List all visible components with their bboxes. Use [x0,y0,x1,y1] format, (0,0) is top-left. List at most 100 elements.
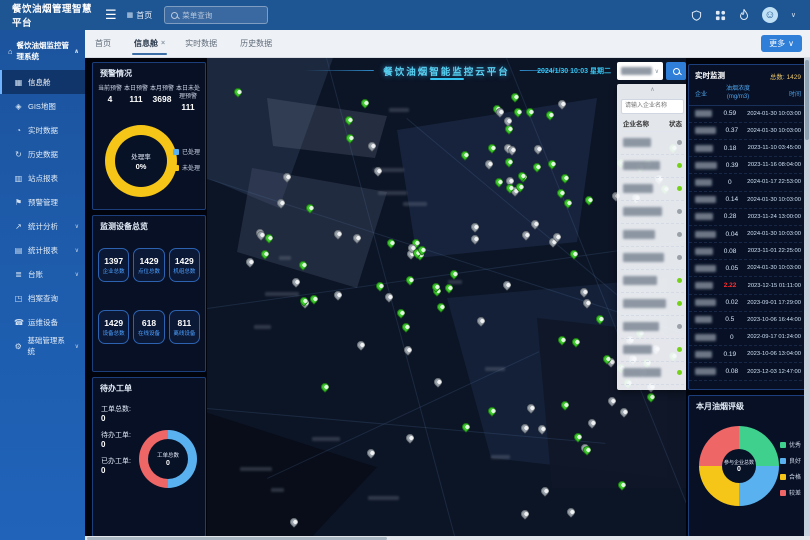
realtime-row[interactable]: 2.22 2023-12-15 01:11:00 [689,277,807,294]
sidebar-item[interactable]: ⚑ 预警管理 [0,190,85,214]
map-pin[interactable] [333,290,344,301]
home-breadcrumb[interactable]: ▦ 首页 [127,10,153,21]
map-pin[interactable] [519,422,530,433]
realtime-row[interactable]: 0.37 2024-01-30 10:03:00 [689,123,807,140]
map-pin[interactable] [539,485,550,496]
map-pin[interactable] [297,259,308,270]
realtime-row[interactable]: 0.02 2023-09-01 17:29:00 [689,295,807,312]
map-pin[interactable] [544,109,555,120]
map-pin[interactable] [494,176,505,187]
sidebar-item[interactable]: ▥ 站点报表 [0,166,85,190]
enterprise-select[interactable]: ∨ [617,62,663,80]
map-pin[interactable] [383,292,394,303]
realtime-row[interactable]: 0.08 2023-11-01 22:25:00 [689,243,807,260]
map-pin[interactable] [459,150,470,161]
realtime-row[interactable]: 0.05 2024-01-30 10:03:00 [689,260,807,277]
map-pin[interactable] [289,516,300,527]
map-pin[interactable] [524,106,535,117]
map-pin[interactable] [532,143,543,154]
map-pin[interactable] [304,202,315,213]
enterprise-list-item[interactable] [621,316,684,339]
sidebar-system-header[interactable]: ⌂ 餐饮油烟监控管理系统 ∧ [0,30,85,70]
map-pin[interactable] [351,233,362,244]
tab-close-icon[interactable]: × [161,40,165,47]
sidebar-item[interactable]: ◔ 实时数据 [0,118,85,142]
map-pin[interactable] [486,143,497,154]
map-pin[interactable] [536,423,547,434]
map-pin[interactable] [275,197,286,208]
flame-icon[interactable] [739,9,749,21]
map-pin[interactable] [484,158,495,169]
map-pin[interactable] [619,406,630,417]
map-pin[interactable] [259,248,270,259]
realtime-row[interactable]: 0.5 2023-10-06 16:44:00 [689,312,807,329]
sidebar-item[interactable]: ↗ 统计分析 ∨ [0,214,85,238]
sidebar-item[interactable]: ◳ 档案查询 [0,286,85,310]
realtime-row[interactable]: 0.14 2024-01-30 10:03:00 [689,192,807,209]
sidebar-item[interactable]: ☎ 运维设备 [0,310,85,334]
realtime-row[interactable]: 0.39 2023-11-16 08:04:00 [689,157,807,174]
map-pin[interactable] [503,115,514,126]
map-pin[interactable] [586,418,597,429]
map-pin[interactable] [606,396,617,407]
map-pin[interactable] [570,336,581,347]
map-pin[interactable] [486,405,497,416]
map-pin[interactable] [469,222,480,233]
map-pin[interactable] [559,173,570,184]
map-pin[interactable] [404,433,415,444]
map-pin[interactable] [344,132,355,143]
enterprise-list-item[interactable] [621,178,684,201]
enterprise-list-item[interactable] [621,224,684,247]
collapse-chevron-icon[interactable]: ∧ [621,86,684,94]
enterprise-list-item[interactable] [621,155,684,178]
user-avatar[interactable]: ☺ [762,7,778,23]
scrollbar-thumb[interactable] [805,60,809,140]
map-pin[interactable] [404,275,415,286]
realtime-row[interactable]: 0 2024-01-17 22:53:00 [689,174,807,191]
enterprise-name-input[interactable] [621,99,684,114]
enterprise-list-item[interactable] [621,339,684,362]
map-pin[interactable] [616,479,627,490]
enterprise-list-item[interactable] [621,201,684,224]
map-pin[interactable] [525,402,536,413]
sidebar-item[interactable]: ↻ 历史数据 [0,142,85,166]
map-pin[interactable] [395,307,406,318]
tab[interactable]: 历史数据 [230,30,285,57]
map-pin[interactable] [233,87,244,98]
map-pin[interactable] [366,140,377,151]
sidebar-item[interactable]: ▦ 信息舱 [0,70,85,94]
map-pin[interactable] [475,315,486,326]
map-pin[interactable] [529,218,540,229]
enterprise-list-item[interactable] [621,132,684,155]
realtime-row[interactable]: 0.59 2024-01-30 10:03:00 [689,106,807,123]
realtime-row[interactable]: 0.18 2023-11-10 03:45:00 [689,140,807,157]
map-pin[interactable] [562,197,573,208]
map-pin[interactable] [581,297,592,308]
map-pin[interactable] [501,279,512,290]
enterprise-list-item[interactable] [621,293,684,316]
scrollbar-thumb[interactable] [87,537,387,540]
shield-icon[interactable] [691,10,702,21]
map-pin[interactable] [566,507,577,518]
map-pin[interactable] [386,238,397,249]
map-pin[interactable] [435,301,446,312]
sidebar-item[interactable]: ≣ 台账 ∨ [0,262,85,286]
realtime-row[interactable]: 0.19 2023-10-06 13:04:00 [689,346,807,363]
map-pin[interactable] [291,276,302,287]
realtime-row[interactable]: 0.08 2023-12-03 12:47:00 [689,363,807,380]
map-pin[interactable] [594,313,605,324]
map-pin[interactable] [374,281,385,292]
sidebar-item[interactable]: ◈ GIS地图 [0,94,85,118]
map-pin[interactable] [281,171,292,182]
map-pin[interactable] [557,98,568,109]
more-button[interactable]: 更多 ∨ [761,35,802,52]
map-pin[interactable] [555,188,566,199]
realtime-row[interactable]: 0.28 2023-11-24 13:00:00 [689,209,807,226]
sidebar-item[interactable]: ▤ 统计报表 ∨ [0,238,85,262]
menu-search-input[interactable]: 菜单查询 [164,6,268,24]
map-pin[interactable] [373,165,384,176]
map-pin[interactable] [512,107,523,118]
map-pin[interactable] [546,158,557,169]
map-pin[interactable] [504,156,515,167]
map-pin[interactable] [344,114,355,125]
